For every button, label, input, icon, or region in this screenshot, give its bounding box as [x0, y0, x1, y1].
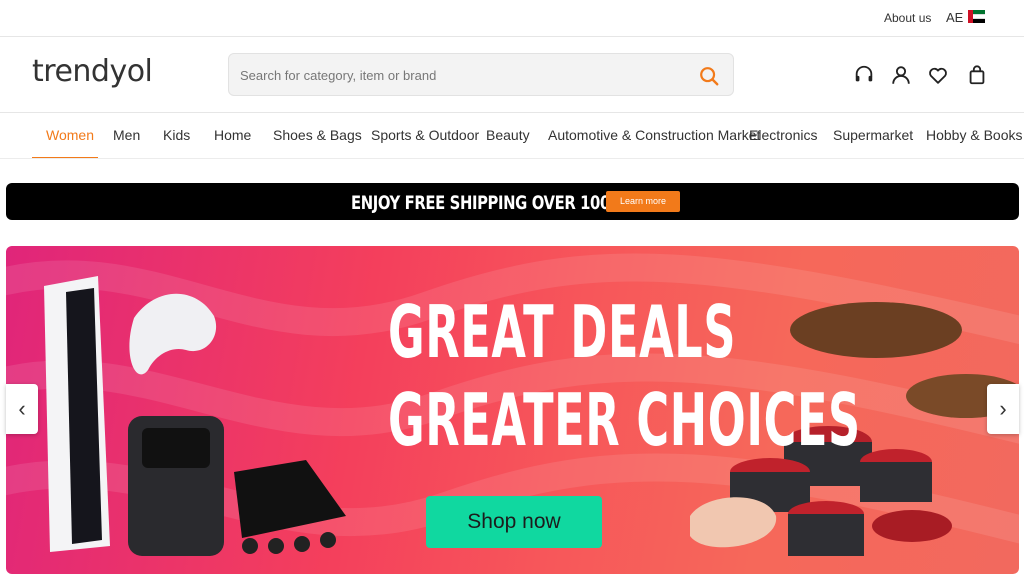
shipping-text: ENJOY FREE SHIPPING OVER 100 AED [351, 192, 648, 214]
chevron-left-icon: ‹ [18, 396, 26, 421]
uae-flag-icon[interactable] [968, 10, 985, 24]
nav-item-sports-outdoor[interactable]: Sports & Outdoor [371, 127, 479, 143]
user-icon[interactable] [890, 64, 912, 86]
trendyol-logo[interactable]: trendyol [32, 54, 153, 89]
hero-banner[interactable]: GREAT DEALS GREATER CHOICES Shop now [6, 246, 1019, 574]
support-icon[interactable] [853, 64, 875, 86]
nav-item-shoes-bags[interactable]: Shoes & Bags [273, 127, 362, 143]
nav-item-men[interactable]: Men [113, 127, 140, 143]
learn-more-button[interactable]: Learn more [606, 191, 680, 212]
carousel-next-button[interactable]: › [987, 384, 1019, 434]
search-bar [228, 53, 734, 96]
category-nav: Women Men Kids Home Shoes & Bags Sports … [0, 114, 1024, 159]
about-us-link[interactable]: About us [884, 11, 931, 25]
site-header: trendyol [0, 38, 1024, 113]
nav-item-supermarket[interactable]: Supermarket [833, 127, 913, 143]
hero-headline: GREAT DEALS GREATER CHOICES [388, 288, 861, 464]
hero-line-1: GREAT DEALS [388, 290, 737, 374]
free-shipping-banner: ENJOY FREE SHIPPING OVER 100 AED Learn m… [6, 183, 1019, 220]
nav-item-women[interactable]: Women [46, 127, 94, 143]
heart-icon[interactable] [927, 64, 949, 86]
nav-item-automotive[interactable]: Automotive & Construction Market [548, 127, 760, 143]
active-tab-underline [32, 157, 98, 158]
bag-icon[interactable] [966, 64, 988, 86]
nav-item-electronics[interactable]: Electronics [749, 127, 817, 143]
carousel-prev-button[interactable]: ‹ [6, 384, 38, 434]
nav-item-beauty[interactable]: Beauty [486, 127, 530, 143]
nav-item-home[interactable]: Home [214, 127, 251, 143]
roller-skate-image [234, 460, 346, 554]
nav-item-kids[interactable]: Kids [163, 127, 190, 143]
hero-line-2: GREATER CHOICES [388, 378, 861, 462]
shop-now-button[interactable]: Shop now [426, 496, 602, 548]
nav-item-hobby-books[interactable]: Hobby & Books & St [926, 127, 1024, 143]
country-code[interactable]: AE [946, 10, 963, 25]
air-fryer-image [128, 416, 224, 556]
search-input[interactable] [240, 64, 680, 86]
chevron-right-icon: › [999, 396, 1007, 421]
top-utility-bar: About us AE [0, 0, 1024, 37]
search-icon[interactable] [698, 65, 720, 87]
